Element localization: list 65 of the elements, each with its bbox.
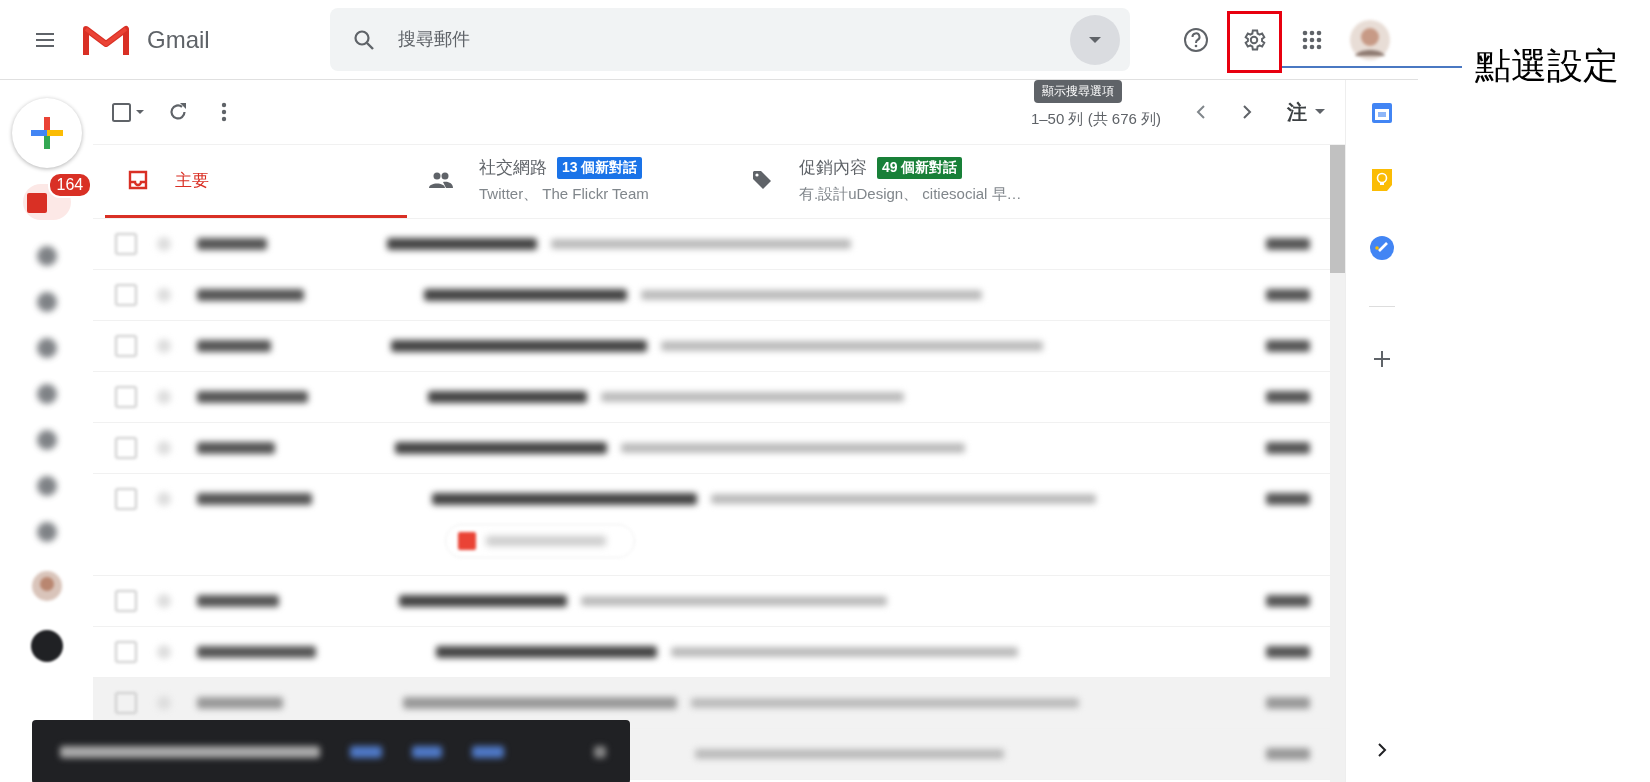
- tasks-icon[interactable]: [1370, 236, 1394, 260]
- blurred-checkbox[interactable]: [115, 437, 137, 459]
- calendar-icon[interactable]: [1371, 102, 1393, 124]
- inbox-icon: [127, 169, 149, 191]
- tab-senders: 有.設計uDesign、 citiesocial 早…: [799, 185, 1022, 204]
- caret-icon[interactable]: [136, 110, 144, 114]
- page-count: 1–50 列 (共 676 列): [1030, 109, 1161, 129]
- blurred-text: [1266, 646, 1310, 658]
- blurred-text: [1266, 595, 1310, 607]
- blurred-icon[interactable]: [36, 476, 57, 496]
- blurred-text: [1266, 442, 1310, 454]
- blurred-icon[interactable]: [36, 246, 57, 266]
- unread-count-badge: 164: [47, 172, 93, 198]
- tab-senders: Twitter、 The Flickr Team: [479, 185, 649, 204]
- blurred-icon[interactable]: [36, 522, 57, 542]
- tag-icon: [751, 169, 773, 191]
- blurred-link[interactable]: [472, 746, 504, 758]
- people-icon: [429, 171, 453, 189]
- blurred-checkbox[interactable]: [115, 488, 137, 510]
- blurred-icon[interactable]: [36, 430, 57, 450]
- blurred-text: [1266, 391, 1310, 403]
- plus-icon: [28, 115, 65, 151]
- annotation-label: 點選設定: [1475, 44, 1619, 88]
- expand-icon[interactable]: [1377, 742, 1387, 758]
- avatar[interactable]: [30, 570, 63, 602]
- blurred-text: [1266, 340, 1310, 352]
- blurred-checkbox[interactable]: [115, 386, 137, 408]
- blurred-icon[interactable]: [36, 384, 57, 404]
- lightbulb-icon[interactable]: [1371, 168, 1393, 192]
- blurred-checkbox[interactable]: [115, 590, 137, 612]
- inbox-icon[interactable]: [26, 191, 47, 213]
- caret-icon: [1089, 35, 1101, 44]
- blurred-text: [1266, 493, 1310, 505]
- blurred-checkbox[interactable]: [115, 284, 137, 306]
- caret-icon: [1315, 109, 1325, 115]
- blurred-link[interactable]: [412, 746, 442, 758]
- blurred-icon[interactable]: [36, 338, 57, 358]
- blurred-text: [1266, 289, 1310, 301]
- blurred-text: [1266, 748, 1310, 760]
- tooltip: 顯示搜尋選項: [1034, 80, 1122, 103]
- avatar[interactable]: [1350, 19, 1390, 60]
- category-tab[interactable]: 促銷內容 49 個新對話 有.設計uDesign、 citiesocial 早…: [729, 145, 1051, 218]
- blurred-checkbox[interactable]: [115, 641, 137, 663]
- blurred-close-icon[interactable]: [594, 746, 606, 758]
- category-tab[interactable]: 主要: [105, 145, 407, 218]
- blurred-link[interactable]: [350, 746, 382, 758]
- input-tools-button[interactable]: 注: [1281, 98, 1331, 126]
- select-all-checkbox[interactable]: [111, 101, 132, 123]
- search-icon: [352, 27, 376, 52]
- new-count-badge: 13 個新對話: [557, 156, 643, 179]
- app-name: Gmail: [147, 25, 211, 54]
- category-tab[interactable]: 社交網路 13 個新對話 Twitter、 The Flickr Team: [407, 145, 729, 218]
- blurred-checkbox[interactable]: [115, 335, 137, 357]
- search-field[interactable]: 搜尋郵件: [396, 28, 1070, 51]
- scrollbar-thumb[interactable]: [1330, 145, 1345, 273]
- search-bar[interactable]: 搜尋郵件: [330, 8, 1130, 71]
- blurred-text: [1266, 697, 1310, 709]
- status-dot: [30, 630, 63, 662]
- new-count-badge: 49 個新對話: [877, 156, 963, 179]
- add-icon[interactable]: [1374, 351, 1390, 367]
- blurred-checkbox[interactable]: [115, 233, 137, 255]
- blurred-text: [197, 238, 267, 250]
- blurred-icon[interactable]: [36, 292, 57, 312]
- blurred-text: [1266, 238, 1310, 250]
- highlight-frame: [1227, 11, 1282, 73]
